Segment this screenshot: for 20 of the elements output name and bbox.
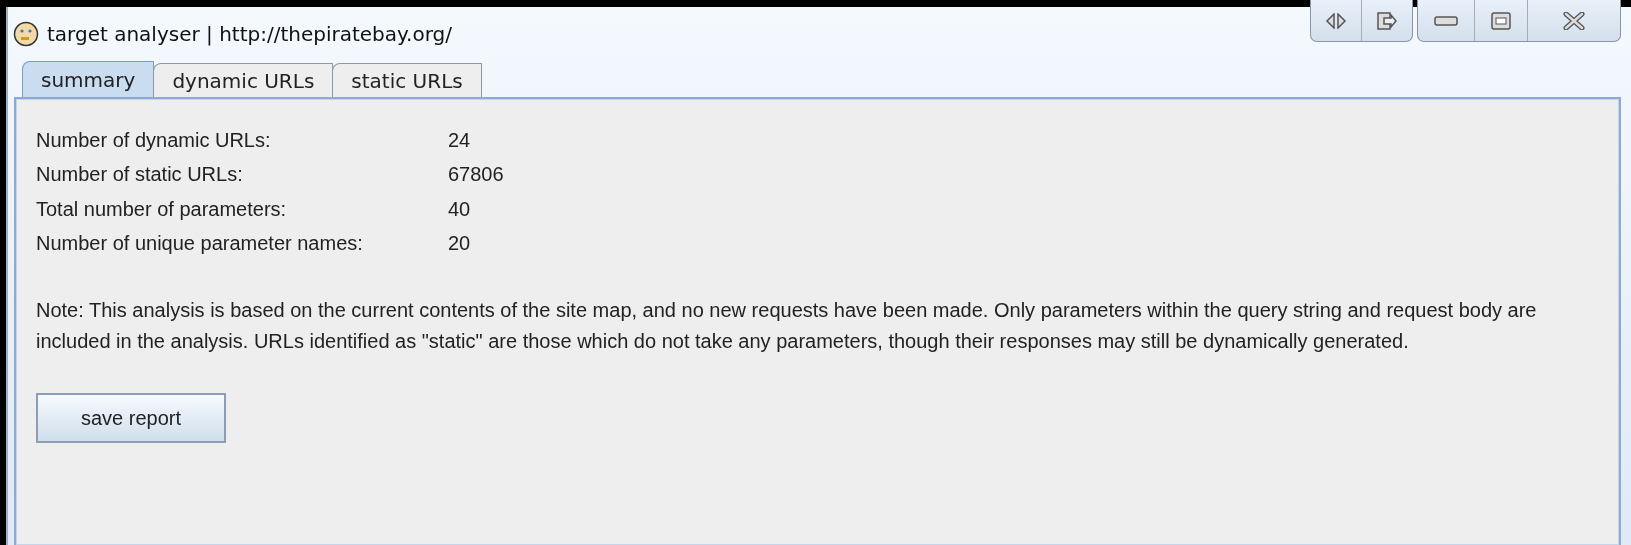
- split-arrows-icon: [1325, 12, 1347, 29]
- stat-value: 20: [448, 232, 472, 256]
- stat-label: Total number of parameters:: [36, 197, 288, 221]
- tab[interactable]: dynamic URLs: [153, 63, 334, 97]
- stat-label: Number of static URLs:: [36, 163, 244, 187]
- stat-value: 24: [448, 128, 472, 152]
- minimize-icon: [1434, 15, 1458, 26]
- note-text: Note: This analysis is based on the current contents of the site map, and no new requests have been made. Only parameters within the query string and request body are included in the analysis. URLs identified as "static" are those which do not take any parameters, though their responses may still be dynamically generated.: [36, 298, 1538, 354]
- save-report-button[interactable]: save report: [36, 393, 226, 443]
- tab[interactable]: static URLs: [332, 63, 482, 97]
- maximize-icon: [1491, 11, 1511, 30]
- stat-label: Number of unique parameter names:: [36, 232, 364, 256]
- stat-value: 67806: [448, 163, 505, 187]
- window-title: target analyser | http://thepiratebay.org/: [47, 21, 452, 46]
- window-exit-icon: [1376, 11, 1398, 30]
- smiley-face-icon: [13, 20, 39, 47]
- stat-value: 40: [448, 197, 472, 221]
- tab[interactable]: summary: [22, 61, 155, 97]
- stat-label: Number of dynamic URLs:: [36, 128, 272, 152]
- close-icon: [1563, 11, 1585, 30]
